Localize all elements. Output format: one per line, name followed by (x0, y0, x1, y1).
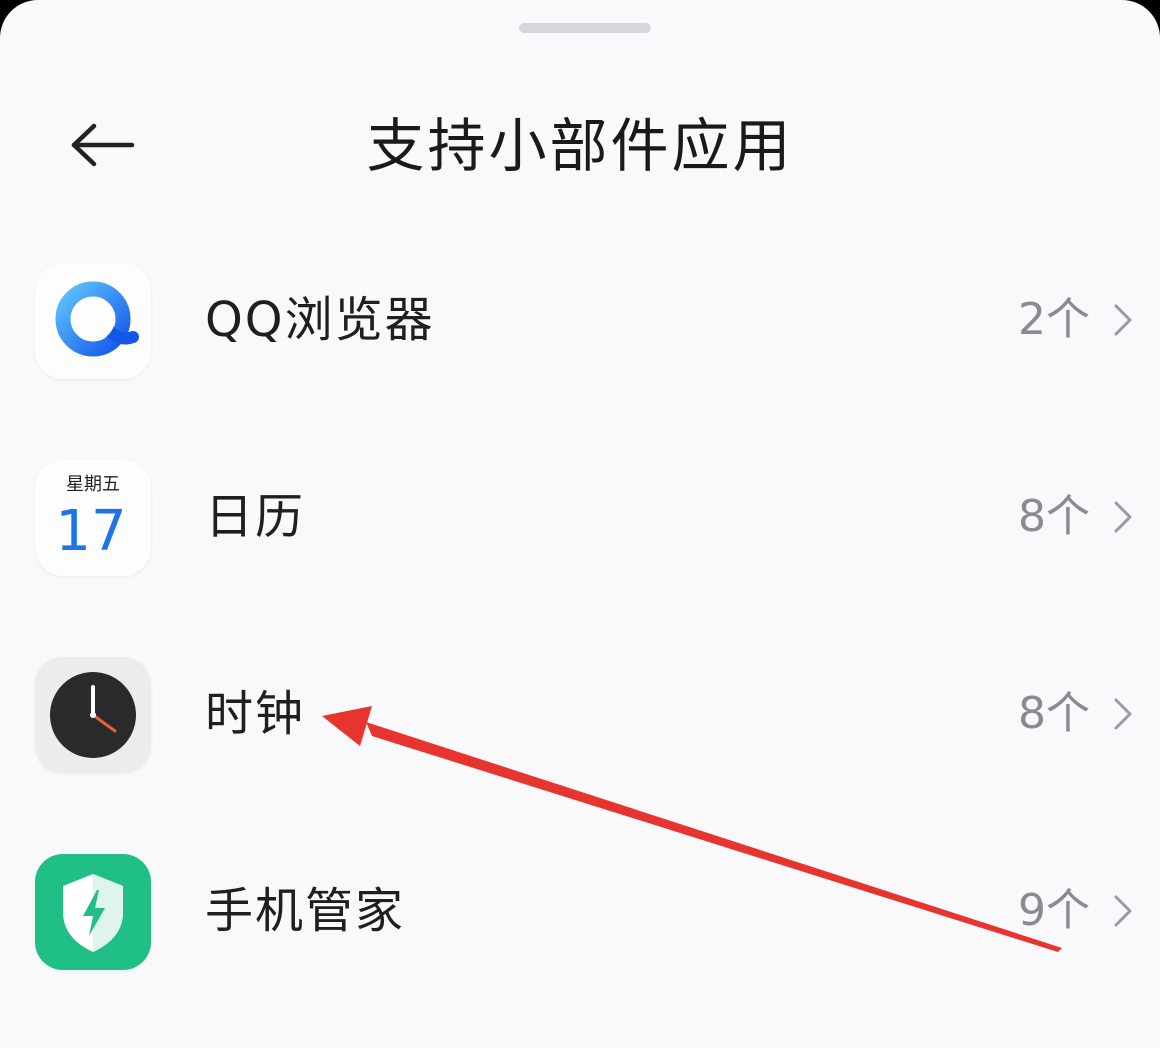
page-title: 支持小部件应用 (366, 112, 794, 180)
bottom-sheet: 支持小部件应用 QQ浏览器 2个 星期五 17 日历 8个 时钟 8个 手机管家… (0, 0, 1160, 1048)
clock-icon (35, 657, 151, 773)
drag-handle[interactable] (519, 23, 651, 33)
app-list: QQ浏览器 2个 星期五 17 日历 8个 时钟 8个 手机管家 9个 (0, 255, 1160, 1043)
calendar-day: 17 (55, 499, 126, 564)
app-name: QQ浏览器 (205, 292, 435, 348)
chevron-right-icon (1114, 304, 1132, 336)
list-item-calendar[interactable]: 星期五 17 日历 8个 (0, 452, 1160, 649)
app-name: 时钟 (205, 686, 306, 742)
chevron-right-icon (1114, 501, 1132, 533)
widget-count: 2个 (1018, 294, 1090, 345)
qq-browser-icon (35, 263, 151, 379)
app-name: 手机管家 (205, 883, 406, 939)
chevron-right-icon (1114, 895, 1132, 927)
widget-count: 9个 (1018, 885, 1090, 936)
list-item-qq-browser[interactable]: QQ浏览器 2个 (0, 255, 1160, 452)
app-name: 日历 (205, 489, 306, 545)
calendar-icon: 星期五 17 (35, 460, 151, 576)
widget-count: 8个 (1018, 491, 1090, 542)
list-item-phone-manager[interactable]: 手机管家 9个 (0, 846, 1160, 1043)
calendar-weekday: 星期五 (66, 474, 120, 495)
chevron-right-icon (1114, 698, 1132, 730)
widget-count: 8个 (1018, 688, 1090, 739)
list-item-clock[interactable]: 时钟 8个 (0, 649, 1160, 846)
phone-manager-icon (35, 854, 151, 970)
